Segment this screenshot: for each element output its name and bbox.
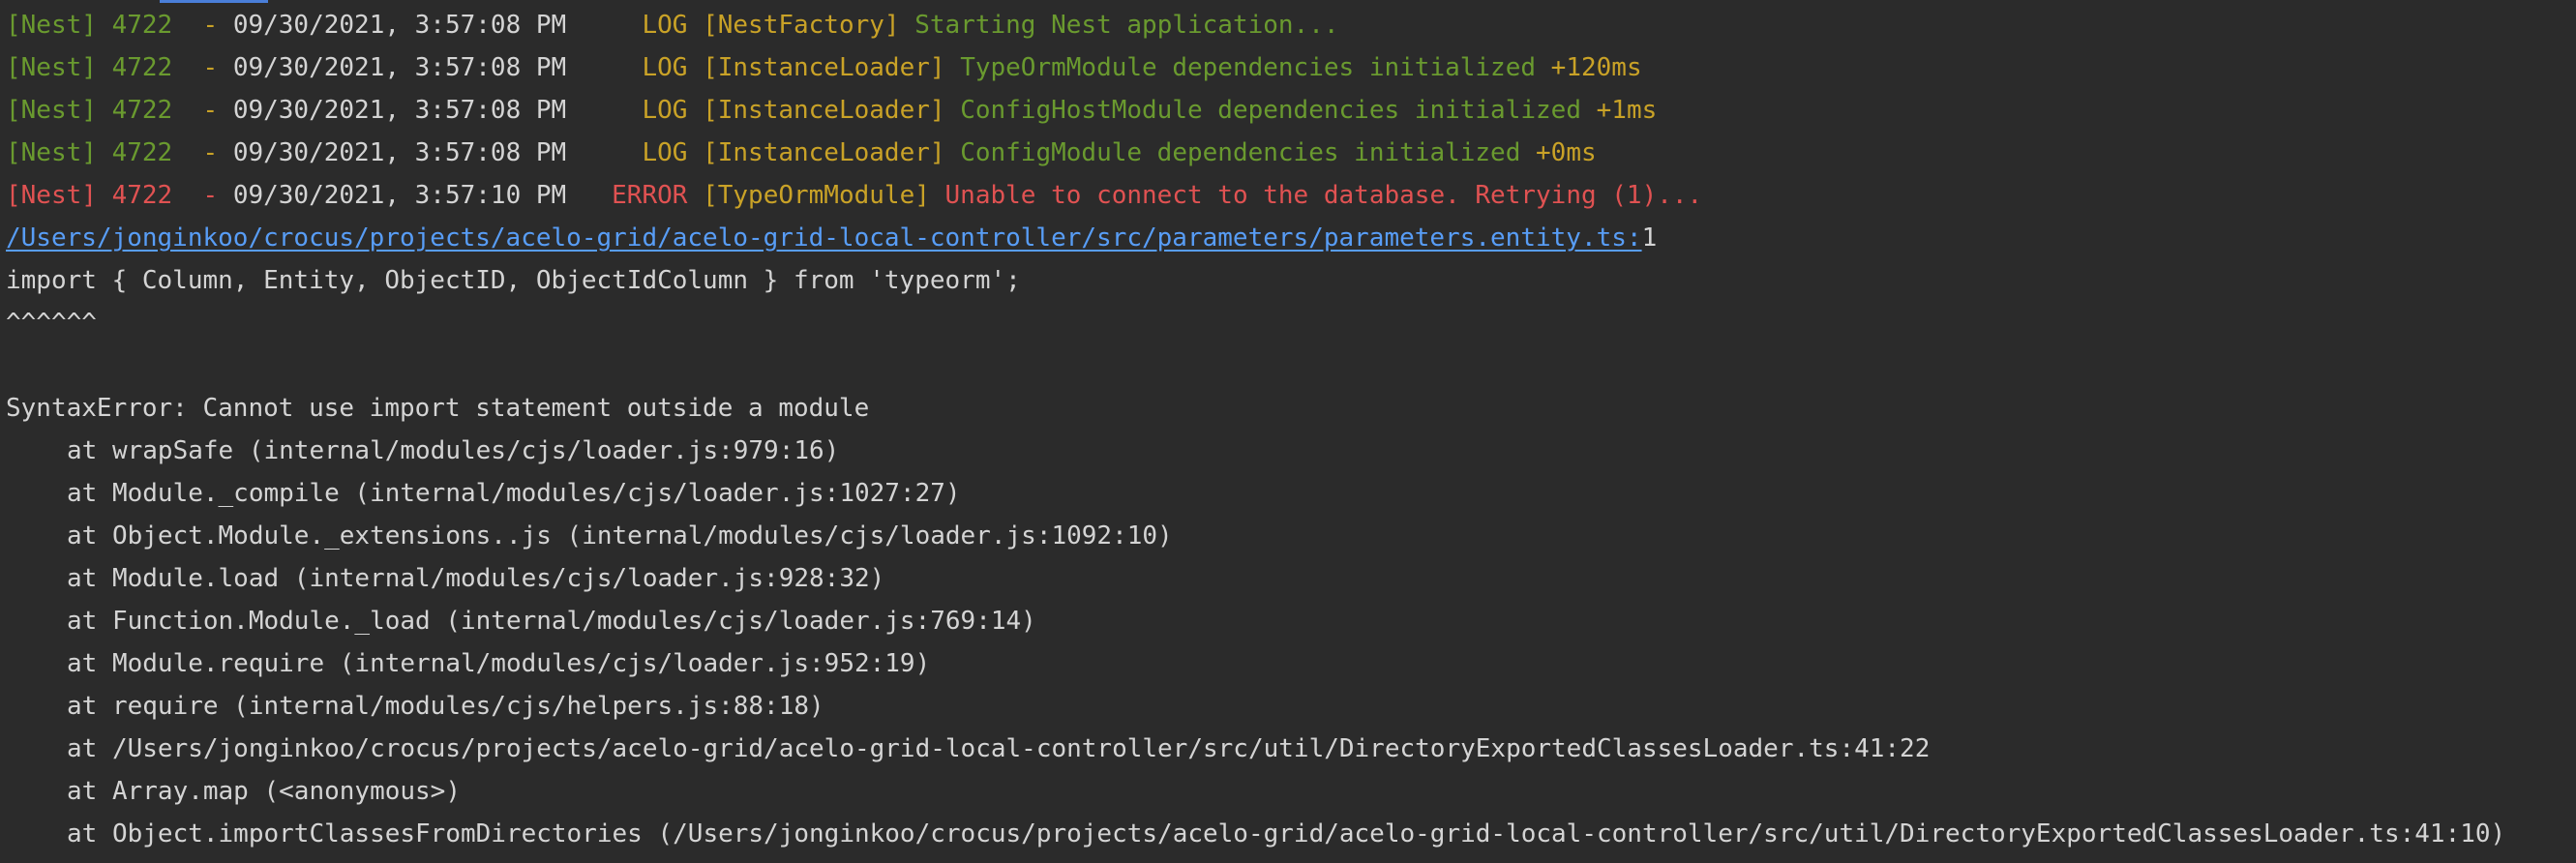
log-level: ERROR [566, 181, 704, 210]
stack-frame: at Module._compile (internal/modules/cjs… [67, 479, 961, 508]
stack-frame: at Module.load (internal/modules/cjs/loa… [67, 564, 885, 593]
stack-frame: at Array.map (<anonymous>) [67, 777, 461, 806]
log-message: TypeOrmModule dependencies initialized [960, 53, 1551, 82]
log-message: Starting Nest application... [914, 11, 1339, 40]
log-level: LOG [566, 53, 704, 82]
log-timestamp: 09/30/2021, 3:57:08 PM [232, 11, 567, 40]
log-message: ConfigModule dependencies initialized [960, 138, 1537, 167]
file-link-line: /Users/jonginkoo/crocus/projects/acelo-g… [6, 217, 2576, 259]
log-separator: - [172, 181, 233, 210]
log-delta: +1ms [1596, 96, 1658, 125]
log-timestamp: 09/30/2021, 3:57:10 PM [232, 181, 567, 210]
log-delta: +0ms [1536, 138, 1597, 167]
log-prefix: [Nest] 4722 [6, 181, 173, 210]
source-line-number: 1 [1641, 223, 1658, 253]
log-prefix: [Nest] 4722 [6, 138, 173, 167]
stack-frame: at require (internal/modules/cjs/helpers… [67, 692, 824, 721]
log-context: [InstanceLoader] [703, 96, 961, 125]
stack-frame: at Module.require (internal/modules/cjs/… [67, 649, 931, 678]
log-level: LOG [566, 11, 704, 40]
source-file-link[interactable]: /Users/jonginkoo/crocus/projects/acelo-g… [6, 223, 1642, 253]
log-line-3: [Nest] 4722 - 09/30/2021, 3:57:08 PM LOG… [6, 89, 2576, 132]
log-separator: - [172, 138, 233, 167]
log-prefix: [Nest] 4722 [6, 96, 173, 125]
log-level: LOG [566, 138, 704, 167]
log-line-1: [Nest] 4722 - 09/30/2021, 3:57:08 PM LOG… [6, 4, 2576, 46]
log-context: [InstanceLoader] [703, 138, 961, 167]
log-line-2: [Nest] 4722 - 09/30/2021, 3:57:08 PM LOG… [6, 46, 2576, 89]
log-context: [InstanceLoader] [703, 53, 961, 82]
log-timestamp: 09/30/2021, 3:57:08 PM [232, 96, 567, 125]
log-line-4: [Nest] 4722 - 09/30/2021, 3:57:08 PM LOG… [6, 132, 2576, 174]
stack-frame: at Object.importClassesFromDirectories (… [67, 819, 2506, 848]
syntax-error-message: SyntaxError: Cannot use import statement… [6, 394, 870, 423]
log-timestamp: 09/30/2021, 3:57:08 PM [232, 53, 567, 82]
log-prefix: [Nest] 4722 [6, 53, 173, 82]
stack-frame: at /Users/jonginkoo/crocus/projects/acel… [67, 734, 1931, 763]
stack-frame: at Function.Module._load (internal/modul… [67, 607, 1036, 636]
tab-indicator [160, 0, 268, 3]
stack-frame: at wrapSafe (internal/modules/cjs/loader… [67, 436, 840, 465]
log-message: ConfigHostModule dependencies initialize… [960, 96, 1597, 125]
log-message: Unable to connect to the database. Retry… [944, 181, 1703, 210]
log-context: [NestFactory] [703, 11, 915, 40]
log-prefix: [Nest] 4722 [6, 11, 173, 40]
log-separator: - [172, 96, 233, 125]
terminal-output[interactable]: [Nest] 4722 - 09/30/2021, 3:57:08 PM LOG… [6, 4, 2576, 855]
source-code-line: import { Column, Entity, ObjectID, Objec… [6, 266, 1021, 295]
caret-marker-line: ^^^^^^ [6, 309, 97, 338]
log-timestamp: 09/30/2021, 3:57:08 PM [232, 138, 567, 167]
log-separator: - [172, 11, 233, 40]
log-level: LOG [566, 96, 704, 125]
log-separator: - [172, 53, 233, 82]
stack-frame: at Object.Module._extensions..js (intern… [67, 521, 1173, 551]
error-log-line: [Nest] 4722 - 09/30/2021, 3:57:10 PM ERR… [6, 174, 2576, 217]
log-delta: +120ms [1550, 53, 1642, 82]
log-context: [TypeOrmModule] [703, 181, 945, 210]
